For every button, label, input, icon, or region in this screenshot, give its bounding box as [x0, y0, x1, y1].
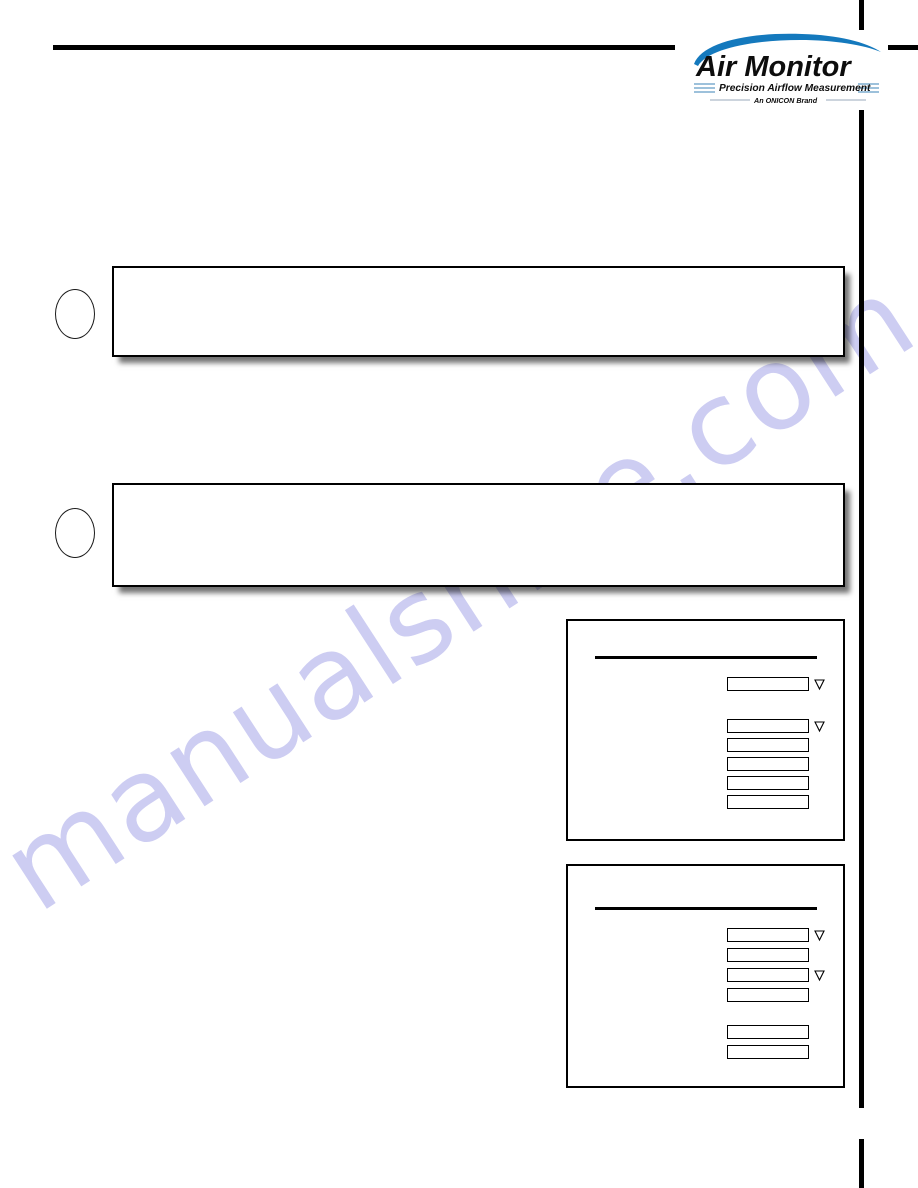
panel-2-field-1-input[interactable] [727, 948, 809, 962]
panel-1-field-row-0[interactable] [727, 677, 826, 691]
panel-1-field-row-5[interactable] [727, 795, 826, 809]
caret-spacer [809, 988, 826, 1002]
panel-1-field-3-input[interactable] [727, 757, 809, 771]
configuration-screen-1 [566, 619, 845, 841]
caret-spacer [809, 795, 826, 809]
panel-2-field-row-3[interactable] [727, 988, 826, 1002]
air-monitor-logo: Air Monitor Precision Airflow Measuremen… [688, 30, 888, 110]
caret-spacer [809, 776, 826, 790]
step-number-bullet-2 [55, 508, 95, 558]
step-number-bullet-1 [55, 289, 95, 339]
panel-2-field-row-5[interactable] [727, 1045, 826, 1059]
chevron-down-icon[interactable] [813, 928, 826, 942]
panel-2-field-row-2[interactable] [727, 968, 826, 982]
panel-2-field-row-4[interactable] [727, 1025, 826, 1039]
panel-1-field-row-3[interactable] [727, 757, 826, 771]
caret-spacer [809, 757, 826, 771]
panel-1-field-0-input[interactable] [727, 677, 809, 691]
caret-spacer [809, 738, 826, 752]
panel-1-field-5-input[interactable] [727, 795, 809, 809]
header-rule-left [53, 45, 675, 50]
panel-2-field-5-input[interactable] [727, 1045, 809, 1059]
step-note-box-2 [112, 483, 845, 587]
panel-2-field-row-0[interactable] [727, 928, 826, 942]
panel-2-field-0-input[interactable] [727, 928, 809, 942]
document-page: manualshive.com Air Monitor Precision Ai… [0, 0, 918, 1188]
page-edge-rule-bottom [859, 1139, 864, 1188]
chevron-down-icon[interactable] [813, 719, 826, 733]
caret-spacer [809, 948, 826, 962]
panel-1-field-row-4[interactable] [727, 776, 826, 790]
svg-text:Air Monitor: Air Monitor [695, 51, 852, 83]
panel-1-field-1-input[interactable] [727, 719, 809, 733]
svg-text:Precision Airflow Measurement: Precision Airflow Measurement [719, 83, 871, 94]
panel-1-heading-rule [595, 656, 817, 660]
panel-2-field-2-input[interactable] [727, 968, 809, 982]
page-edge-rule-main [859, 108, 864, 1108]
caret-spacer [809, 1025, 826, 1039]
panel-1-field-4-input[interactable] [727, 776, 809, 790]
chevron-down-icon[interactable] [813, 677, 826, 691]
panel-2-field-3-input[interactable] [727, 988, 809, 1002]
chevron-down-icon[interactable] [813, 968, 826, 982]
panel-1-field-row-1[interactable] [727, 719, 826, 733]
panel-2-field-row-1[interactable] [727, 948, 826, 962]
panel-2-field-4-input[interactable] [727, 1025, 809, 1039]
panel-1-field-row-2[interactable] [727, 738, 826, 752]
svg-text:An ONICON Brand: An ONICON Brand [753, 96, 818, 105]
configuration-screen-2 [566, 864, 845, 1088]
caret-spacer [809, 1045, 826, 1059]
step-note-box-1 [112, 266, 845, 357]
panel-2-heading-rule [595, 907, 817, 911]
panel-1-field-2-input[interactable] [727, 738, 809, 752]
page-edge-rule-top [859, 0, 864, 34]
